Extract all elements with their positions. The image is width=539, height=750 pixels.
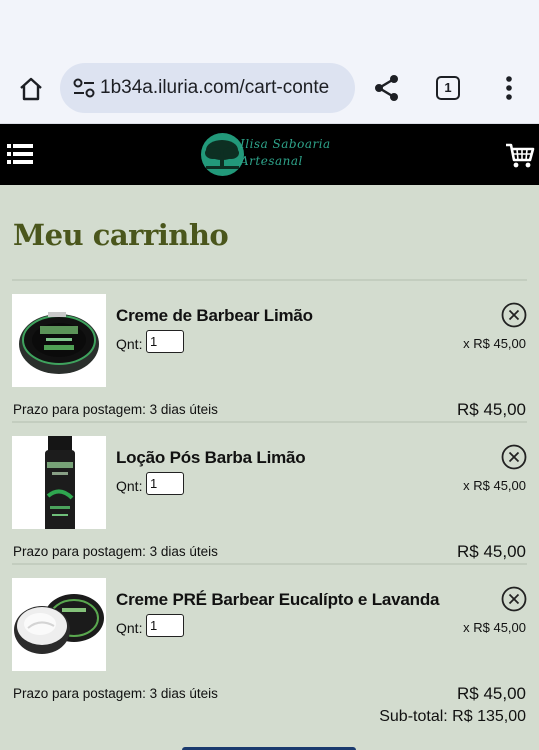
address-bar[interactable]: 1b34a.iluria.com/cart-conte xyxy=(60,63,355,113)
divider xyxy=(12,279,527,281)
unit-price: x R$ 45,00 xyxy=(463,336,526,351)
logo-line-2: Artesanal xyxy=(240,154,303,168)
unit-price: x R$ 45,00 xyxy=(463,478,526,493)
shopping-cart-icon[interactable] xyxy=(505,140,535,170)
shipping-time: Prazo para postagem: 3 dias úteis xyxy=(13,686,218,701)
product-image[interactable] xyxy=(12,294,106,387)
tree-icon xyxy=(205,140,239,169)
home-icon xyxy=(20,77,42,101)
status-bar xyxy=(0,0,539,58)
tab-switcher-button[interactable]: 1 xyxy=(436,76,460,100)
remove-item-icon[interactable] xyxy=(501,302,527,328)
share-button[interactable] xyxy=(372,71,402,105)
cart-item: Creme de Barbear Limão Qnt: x R$ 45,00 P… xyxy=(0,294,539,434)
browser-toolbar: 1b34a.iluria.com/cart-conte 1 xyxy=(0,58,539,124)
product-image[interactable] xyxy=(12,578,106,671)
line-total: R$ 45,00 xyxy=(457,542,526,561)
product-name[interactable]: Creme de Barbear Limão xyxy=(116,306,313,326)
quantity-input[interactable] xyxy=(146,472,184,495)
home-button[interactable] xyxy=(14,72,48,106)
product-name[interactable]: Loção Pós Barba Limão xyxy=(116,448,306,468)
product-bottle-image xyxy=(12,436,106,529)
quantity-label: Qnt: xyxy=(116,336,143,352)
page-title: Meu carrinho xyxy=(13,218,229,252)
browser-menu-button[interactable] xyxy=(498,71,520,105)
unit-price: x R$ 45,00 xyxy=(463,620,526,635)
logo-line-1: Ilisa Saboaria xyxy=(240,137,331,151)
line-total: R$ 45,00 xyxy=(457,684,526,703)
cart-item: Loção Pós Barba Limão Qnt: x R$ 45,00 Pr… xyxy=(0,436,539,576)
cart-subtotal: Sub-total: R$ 135,00 xyxy=(379,708,526,725)
quantity-label: Qnt: xyxy=(116,620,143,636)
store-logo[interactable]: Ilisa Saboaria Artesanal xyxy=(200,132,340,178)
remove-item-icon[interactable] xyxy=(501,586,527,612)
logo-emblem xyxy=(201,133,244,176)
product-image[interactable] xyxy=(12,436,106,529)
cart-item: Creme PRÉ Barbear Eucalípto e Lavanda Qn… xyxy=(0,578,539,718)
url-text[interactable]: 1b34a.iluria.com/cart-conte xyxy=(100,63,329,113)
site-settings-icon[interactable] xyxy=(72,77,96,99)
divider xyxy=(12,563,527,565)
menu-list-icon[interactable] xyxy=(7,143,33,165)
quantity-input[interactable] xyxy=(146,614,184,637)
shipping-time: Prazo para postagem: 3 dias úteis xyxy=(13,544,218,559)
more-vert-icon xyxy=(506,76,512,100)
share-icon xyxy=(375,75,398,101)
logo-text: Ilisa Saboaria Artesanal xyxy=(240,136,331,170)
shipping-time: Prazo para postagem: 3 dias úteis xyxy=(13,402,218,417)
remove-item-icon[interactable] xyxy=(501,444,527,470)
line-total: R$ 45,00 xyxy=(457,400,526,419)
site-header: Ilisa Saboaria Artesanal xyxy=(0,124,539,185)
product-jar-image xyxy=(12,294,106,387)
product-open-jar-image xyxy=(12,578,106,671)
divider xyxy=(12,421,527,423)
product-name[interactable]: Creme PRÉ Barbear Eucalípto e Lavanda xyxy=(116,590,439,610)
quantity-input[interactable] xyxy=(146,330,184,353)
quantity-label: Qnt: xyxy=(116,478,143,494)
